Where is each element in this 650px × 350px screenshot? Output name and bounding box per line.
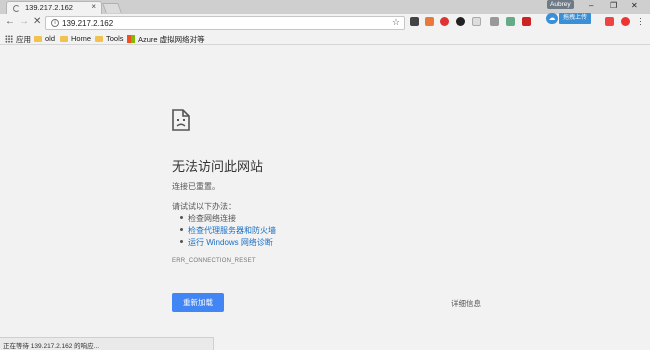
status-text: 正在等待 139.217.2.162 的响应... [3, 343, 100, 350]
folder-icon [60, 35, 68, 42]
folder-icon [95, 35, 103, 42]
suggestion-text: 检查网络连接 [188, 214, 236, 223]
stop-button[interactable]: ✕ [33, 16, 41, 27]
details-button[interactable]: 详细信息 [451, 298, 481, 309]
bookmark-tools[interactable]: Tools [95, 34, 124, 43]
status-bubble: 正在等待 139.217.2.162 的响应... [0, 337, 214, 350]
extension-icon[interactable] [605, 17, 614, 26]
extension-icon[interactable] [456, 17, 465, 26]
bookmark-label: old [45, 33, 56, 43]
tab-active[interactable]: 139.217.2.162 × [6, 1, 102, 14]
suggestion-item[interactable]: 运行 Windows 网络诊断 [180, 237, 273, 248]
tab-close-icon[interactable]: × [91, 2, 96, 11]
bookmark-apps[interactable]: 应用 [5, 34, 31, 45]
bookmark-label: Tools [106, 33, 124, 43]
reload-button[interactable]: 重新加载 [172, 293, 224, 312]
adblock-icon[interactable] [440, 17, 449, 26]
suggestion-item[interactable]: 检查代理服务器和防火墙 [180, 225, 276, 236]
folder-icon [34, 35, 42, 42]
upload-button[interactable]: 拖拽上传 [559, 13, 592, 24]
loading-spinner-icon [13, 5, 20, 12]
extension-icon[interactable] [522, 17, 531, 26]
bookmark-home[interactable]: Home [60, 34, 91, 43]
suggestion-link-diagnostics[interactable]: 运行 Windows 网络诊断 [188, 238, 273, 247]
bookmark-label: Home [71, 33, 92, 43]
bookmark-old[interactable]: old [34, 34, 55, 43]
extension-icon[interactable] [506, 17, 515, 26]
forward-button[interactable]: → [19, 16, 29, 27]
star-icon[interactable]: ☆ [392, 17, 400, 28]
extension-icon[interactable] [425, 17, 434, 26]
extension-icon[interactable] [472, 17, 481, 26]
extension-icon[interactable] [490, 17, 499, 26]
bookmark-label: 应用 [16, 34, 31, 44]
bullet-icon [180, 228, 183, 231]
pocket-icon[interactable] [410, 17, 419, 26]
minimize-button[interactable]: – [589, 1, 593, 10]
apps-grid-icon [5, 34, 13, 43]
profile-button[interactable]: Aubrey [547, 0, 574, 9]
title-bar: 139.217.2.162 × Aubrey – ❐ ✕ [0, 0, 650, 14]
cloud-icon[interactable]: ☁ [546, 13, 558, 24]
windows-logo-icon [127, 34, 135, 43]
sad-document-icon [172, 109, 190, 131]
bookmarks-bar: 应用 old Home Tools Azure 虚拟网络对等 [0, 32, 650, 45]
url-text[interactable]: 139.217.2.162 [62, 19, 113, 28]
error-subtitle: 连接已重置。 [172, 182, 220, 191]
suggestion-link-proxy[interactable]: 检查代理服务器和防火墙 [188, 226, 276, 235]
suggestion-item: 检查网络连接 [180, 213, 236, 224]
back-button[interactable]: ← [5, 16, 15, 27]
address-bar[interactable]: i 139.217.2.162 ☆ [45, 16, 405, 30]
error-code: ERR_CONNECTION_RESET [172, 258, 256, 264]
bookmark-label: Azure 虚拟网络对等 [138, 34, 205, 44]
menu-dots-icon[interactable]: · · · [639, 14, 642, 29]
restore-button[interactable]: ❐ [610, 1, 617, 10]
new-tab-button[interactable] [102, 3, 122, 13]
close-window-button[interactable]: ✕ [631, 1, 638, 10]
bullet-icon [180, 240, 183, 243]
bullet-icon [180, 216, 183, 219]
suggestions-heading: 请试试以下办法： [172, 202, 236, 211]
info-icon[interactable]: i [51, 19, 59, 27]
error-page: 无法访问此网站 连接已重置。 请试试以下办法： 检查网络连接 检查代理服务器和防… [0, 46, 650, 350]
bookmark-azure[interactable]: Azure 虚拟网络对等 [127, 34, 205, 45]
error-title: 无法访问此网站 [172, 159, 264, 174]
extension-icon[interactable] [621, 17, 630, 26]
tab-title: 139.217.2.162 [25, 3, 73, 12]
